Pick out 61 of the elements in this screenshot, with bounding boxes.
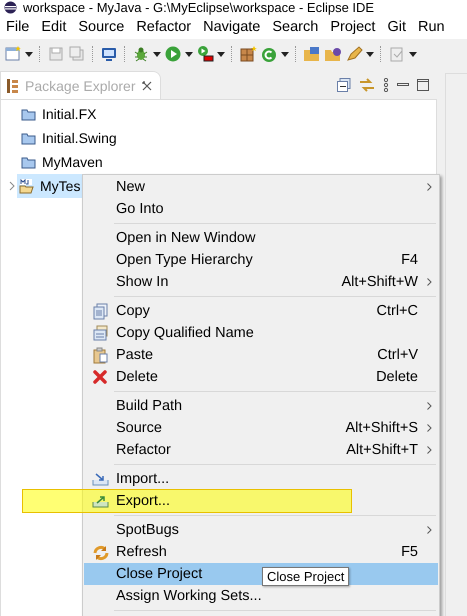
tree-item[interactable]: Initial.Swing: [19, 126, 121, 150]
menu-item[interactable]: Search: [266, 15, 324, 39]
caret-icon[interactable]: [409, 52, 417, 56]
window-title: workspace - MyJava - G:\MyEclipse\workspace - Eclipse IDE: [23, 0, 374, 15]
menu-item[interactable]: Refactor: [130, 15, 198, 39]
package-icon: [7, 78, 19, 94]
folder-icon: [21, 154, 36, 170]
caret-icon[interactable]: [153, 52, 161, 56]
folder-icon[interactable]: [324, 45, 342, 63]
tree-item[interactable]: Initial.FX: [19, 102, 100, 126]
run-config-icon[interactable]: [196, 45, 214, 63]
refresh-icon: [92, 544, 108, 560]
maximize-icon[interactable]: [417, 79, 429, 91]
monitor-icon[interactable]: [100, 45, 118, 63]
new-window-icon[interactable]: [4, 45, 22, 63]
menu-item[interactable]: File: [0, 15, 36, 39]
menu-item[interactable]: Copy Qualified Name: [84, 322, 438, 344]
tree-item[interactable]: MyTes: [17, 174, 84, 198]
tooltip: Close Project: [262, 567, 350, 586]
menu-item[interactable]: Show In Alt+Shift+W: [84, 271, 438, 293]
caret-icon[interactable]: [217, 52, 225, 56]
tree-item[interactable]: MyMaven: [19, 150, 107, 174]
menu-item[interactable]: Edit: [35, 15, 72, 39]
open-folder-icon[interactable]: [303, 45, 321, 63]
menu-item[interactable]: Source Alt+Shift+S: [84, 417, 438, 439]
menu-item[interactable]: Project: [324, 15, 382, 39]
caret-icon[interactable]: [281, 52, 289, 56]
menu-item[interactable]: Refactor Alt+Shift+T: [84, 439, 438, 461]
menu-item[interactable]: Open Type Hierarchy F4: [84, 249, 438, 271]
caret-icon[interactable]: [25, 52, 33, 56]
menu-item[interactable]: Git: [381, 15, 412, 39]
folder-icon: [21, 130, 36, 146]
menu-item[interactable]: Source: [72, 15, 130, 39]
bug-icon[interactable]: [132, 45, 150, 63]
menu-item[interactable]: Go Into: [84, 198, 438, 220]
folder-icon: [21, 106, 36, 122]
menu-item[interactable]: Delete Delete: [84, 366, 438, 388]
menu-item[interactable]: Import...: [84, 468, 438, 490]
menu-item[interactable]: Navigate: [197, 15, 266, 39]
java-project-icon: [19, 178, 34, 194]
menu-item[interactable]: Open in New Window: [84, 227, 438, 249]
menu-item[interactable]: Assign Working Sets...: [84, 585, 438, 607]
delete-icon: [92, 368, 108, 386]
menu-item[interactable]: New: [84, 176, 438, 198]
view-menu-icon[interactable]: [383, 78, 389, 92]
close-icon[interactable]: [142, 80, 152, 90]
menu-item[interactable]: Export...: [84, 490, 438, 512]
clipboard-icon: [92, 346, 108, 364]
copy-name-icon: [92, 324, 108, 342]
menu-item[interactable]: Refresh F5: [84, 541, 438, 563]
menu-item[interactable]: SpotBugs: [84, 519, 438, 541]
caret-icon[interactable]: [185, 52, 193, 56]
pen-icon[interactable]: [345, 45, 363, 63]
menu-item[interactable]: Run: [412, 15, 451, 39]
caret-icon[interactable]: [366, 52, 374, 56]
grid-icon[interactable]: [239, 45, 257, 63]
menu-item[interactable]: Paste Ctrl+V: [84, 344, 438, 366]
copy-icon: [92, 302, 108, 320]
menu-item[interactable]: Build Path: [84, 395, 438, 417]
collapse-all-icon[interactable]: [337, 78, 351, 92]
menu-item[interactable]: Copy Ctrl+C: [84, 300, 438, 322]
